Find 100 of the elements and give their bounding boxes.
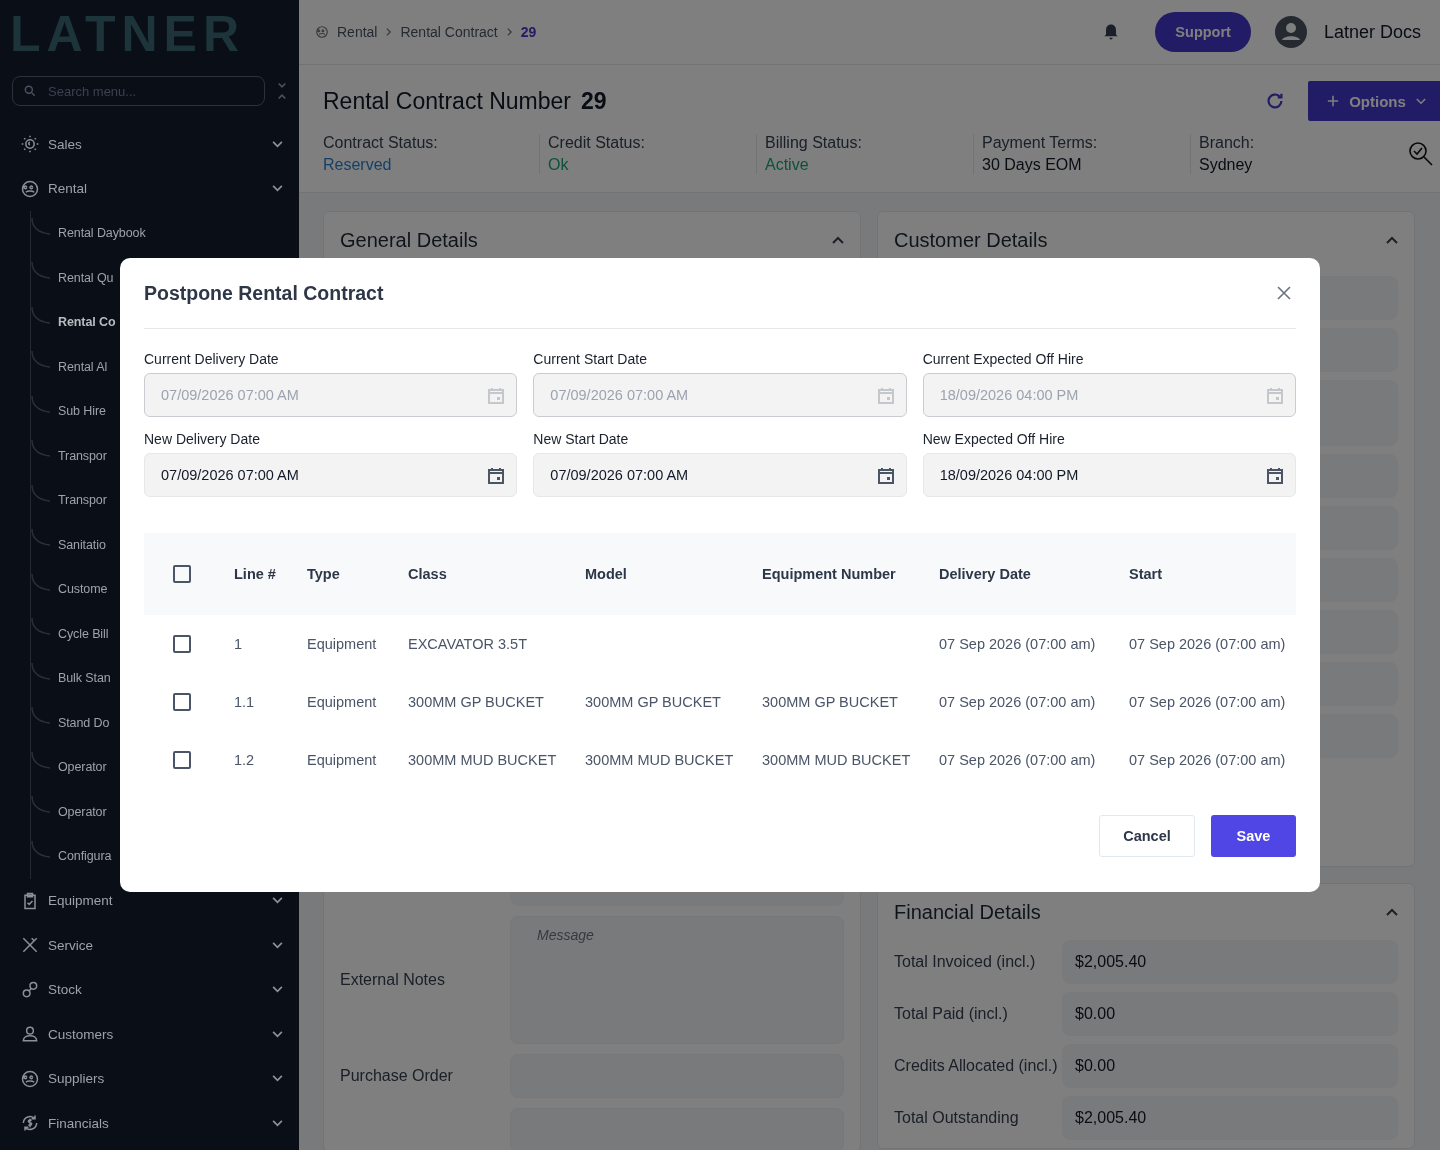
rental-icon — [315, 25, 329, 39]
calendar-icon[interactable] — [1265, 465, 1285, 485]
date-field[interactable]: 07/09/2026 07:00 AM — [144, 453, 518, 497]
table-cell: 300MM MUD BUCKET — [408, 752, 557, 768]
table-cell: EXCAVATOR 3.5T — [408, 636, 527, 652]
submenu-item[interactable]: Cycle Bill — [58, 626, 109, 641]
field-label: Purchase Order — [340, 1067, 454, 1085]
submenu-item[interactable]: Rental Qu — [58, 270, 114, 285]
chevron-up-icon[interactable] — [832, 236, 844, 244]
status-value: 30 Days EOM — [982, 156, 1083, 174]
column-header: Type — [306, 566, 341, 582]
column-header: Delivery Date — [938, 566, 1032, 582]
avatar-icon[interactable] — [1274, 16, 1307, 48]
chevron-up-icon[interactable] — [1386, 236, 1398, 244]
support-button[interactable]: Support — [1155, 12, 1251, 52]
date-field[interactable]: 18/09/2026 04:00 PM — [922, 453, 1296, 497]
field-label: Total Paid (incl.) — [894, 1004, 1009, 1024]
column-header: Line # — [233, 566, 277, 582]
save-button[interactable]: Save — [1211, 815, 1296, 857]
table-cell: Equipment — [307, 752, 377, 768]
close-icon[interactable] — [1276, 285, 1292, 301]
card-title: Financial Details — [894, 900, 1041, 924]
nav-icon — [20, 134, 40, 155]
breadcrumb-link[interactable]: Rental — [337, 24, 378, 40]
status-label: Payment Terms: — [982, 134, 1099, 152]
field-label: External Notes — [340, 971, 446, 989]
search-check-icon[interactable] — [1407, 140, 1435, 168]
nav-icon — [20, 979, 40, 1000]
table-cell: Equipment — [307, 694, 377, 710]
row-checkbox[interactable] — [172, 751, 191, 769]
chevron-up-icon[interactable] — [1386, 908, 1398, 916]
table-cell: 1.1 — [234, 694, 255, 710]
submenu-item[interactable]: Configura — [58, 849, 112, 864]
calendar-icon[interactable] — [486, 465, 507, 485]
field-label: Total Outstanding — [894, 1108, 1020, 1128]
breadcrumb-link[interactable]: Rental Contract — [400, 24, 498, 40]
search-icon — [23, 84, 37, 98]
status-label: Contract Status: — [323, 134, 439, 152]
column-header: Class — [407, 566, 448, 582]
page-title: Rental Contract Number — [323, 87, 571, 115]
nav-item[interactable]: Suppliers — [0, 1056, 299, 1101]
row-checkbox[interactable] — [172, 693, 191, 711]
nav-item[interactable]: Customers — [0, 1012, 299, 1057]
table-cell: 07 Sep 2026 (07:00 am) — [939, 752, 1096, 768]
nav-item[interactable]: Equipment — [0, 878, 299, 923]
chevron-down-icon — [272, 140, 283, 148]
nav-item[interactable]: Financials — [0, 1101, 299, 1146]
status-label: Billing Status: — [765, 134, 863, 152]
options-button[interactable]: Options — [1308, 81, 1440, 121]
submenu-item[interactable]: Custome — [58, 582, 108, 597]
status-label: Branch: — [1199, 134, 1256, 152]
status-value: Ok — [548, 156, 570, 174]
submenu-item[interactable]: Operator — [58, 760, 107, 775]
submenu-item[interactable]: Sub Hire — [58, 404, 106, 419]
table-cell: 07 Sep 2026 (07:00 am) — [1129, 694, 1286, 710]
field-label: Current Expected Off Hire — [922, 351, 1085, 367]
search-field[interactable]: Search menu... — [12, 76, 265, 106]
field-label: Credits Allocated (incl.) — [894, 1056, 1059, 1076]
submenu-item[interactable]: Sanitatio — [58, 537, 106, 552]
select-all-checkbox[interactable] — [172, 565, 191, 583]
amount-field: $2,005.40 — [1062, 940, 1398, 984]
chevron-down-icon — [1415, 97, 1426, 105]
submenu-item[interactable]: Transpor — [58, 493, 107, 508]
amount-field: $2,005.40 — [1062, 1096, 1398, 1140]
user-name: Latner Docs — [1323, 21, 1421, 43]
submenu-item[interactable]: Rental Al — [58, 359, 108, 374]
calendar-icon[interactable] — [875, 465, 896, 485]
chevron-right-icon — [505, 27, 513, 37]
table-cell: 07 Sep 2026 (07:00 am) — [939, 694, 1096, 710]
field-label: New Delivery Date — [144, 431, 261, 447]
field-label: New Expected Off Hire — [922, 431, 1066, 447]
submenu-item[interactable]: Bulk Stan — [58, 671, 111, 686]
amount-field: $0.00 — [1062, 1044, 1398, 1088]
submenu-item[interactable]: Rental Co — [58, 315, 116, 330]
amount-field: $0.00 — [1062, 992, 1398, 1036]
submenu-item[interactable]: Stand Do — [58, 715, 110, 730]
nav-icon — [20, 1068, 40, 1089]
chevron-down-icon — [272, 1030, 283, 1038]
nav-item[interactable]: Stock — [0, 967, 299, 1012]
submenu-item[interactable]: Transpor — [58, 448, 107, 463]
nav-item[interactable]: Service — [0, 923, 299, 968]
breadcrumb-link[interactable]: 29 — [520, 24, 537, 40]
table-cell: 07 Sep 2026 (07:00 am) — [939, 636, 1096, 652]
column-header: Start — [1128, 566, 1164, 582]
nav-item[interactable]: Sales — [0, 122, 299, 167]
table-cell: Equipment — [307, 636, 377, 652]
collapse-icon[interactable] — [277, 81, 287, 101]
row-checkbox[interactable] — [172, 635, 191, 653]
message-field[interactable]: Message — [510, 916, 844, 1044]
card-title: Customer Details — [894, 228, 1048, 252]
submenu-item[interactable]: Operator — [58, 804, 107, 819]
chevron-down-icon — [272, 1119, 283, 1127]
date-field[interactable]: 07/09/2026 07:00 AM — [533, 453, 907, 497]
card-title: General Details — [340, 228, 478, 252]
submenu-item[interactable]: Rental Daybook — [58, 226, 146, 241]
cancel-button[interactable]: Cancel — [1099, 815, 1195, 857]
chevron-down-icon — [272, 941, 283, 949]
chevron-down-icon — [272, 1075, 283, 1083]
column-header: Equipment Number — [761, 566, 897, 582]
nav-item[interactable]: Rental — [0, 166, 299, 211]
